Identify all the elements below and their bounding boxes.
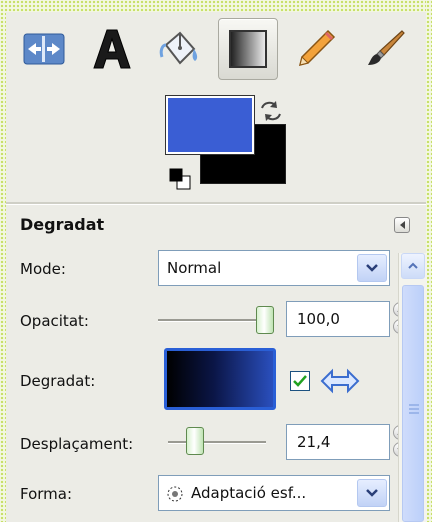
paintbrush-tool-button[interactable] [354,18,414,80]
menu-arrow-icon [399,221,405,229]
bucket-fill-tool-button[interactable] [150,18,210,80]
align-icon [23,33,65,65]
panel-title: Degradat [20,215,105,234]
swap-colors-icon[interactable] [258,98,284,124]
opacity-spinbox[interactable]: 100,0 [286,301,409,337]
gradient-preview-button[interactable] [164,348,276,410]
mode-label: Mode: [20,260,66,278]
blend-tool-button[interactable] [218,18,278,80]
reverse-gradient-icon [320,368,360,394]
scroll-grip-icon [409,404,419,414]
vertical-scrollbar[interactable] [398,253,427,522]
offset-spinbox[interactable]: 21,4 [286,424,409,460]
mode-value: Normal [167,259,222,277]
chevron-down-icon [366,489,378,497]
chevron-down-icon [366,264,378,272]
text-tool-button[interactable] [82,18,142,80]
chevron-up-icon [408,262,418,269]
text-icon [93,29,131,69]
shape-spherical-icon [167,486,183,502]
scroll-up-button[interactable] [401,253,425,279]
bucket-fill-icon [159,31,198,65]
offset-value: 21,4 [297,433,331,451]
shape-label: Forma: [20,485,73,503]
gradient-icon [229,30,267,68]
opacity-slider-track[interactable] [158,319,266,322]
scroll-thumb[interactable] [402,285,424,522]
pencil-icon [298,29,336,67]
align-tool-button[interactable] [14,18,74,80]
pencil-tool-button[interactable] [286,18,346,80]
offset-slider-track[interactable] [168,441,266,444]
dock-frame-top [0,0,432,12]
opacity-slider-thumb[interactable] [256,306,274,334]
toolbox [6,12,426,202]
offset-slider-thumb[interactable] [186,427,204,455]
reverse-gradient-checkbox[interactable] [290,371,310,391]
paintbrush-icon [368,30,405,65]
opacity-label: Opacitat: [20,312,89,330]
tool-options-panel: Degradat Mode: Normal Opacitat: 100,0 De… [6,205,427,522]
shape-value: Adaptació esf... [191,484,307,502]
shape-combo[interactable]: Adaptació esf... [158,475,390,511]
opacity-value: 100,0 [297,310,340,328]
checkmark-icon [293,375,307,387]
shape-dropdown-button[interactable] [357,479,387,507]
panel-menu-button[interactable] [394,217,410,233]
default-colors-icon[interactable] [168,167,192,191]
offset-label: Desplaçament: [20,435,134,453]
foreground-color-swatch[interactable] [165,95,255,155]
gradient-label: Degradat: [20,372,96,390]
mode-dropdown-button[interactable] [357,254,387,282]
mode-combo[interactable]: Normal [158,250,390,286]
